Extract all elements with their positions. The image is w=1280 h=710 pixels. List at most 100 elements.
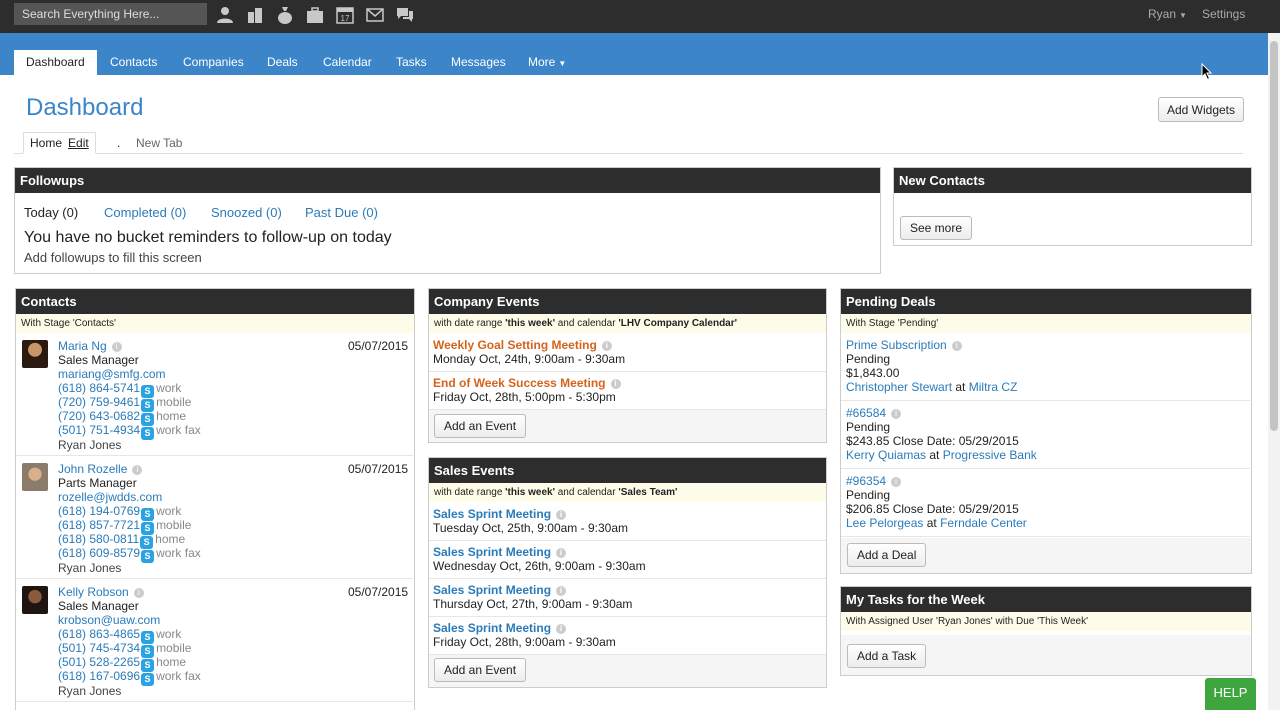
- deal-status: Pending: [846, 352, 891, 366]
- deal-company-link[interactable]: Miltra CZ: [969, 380, 1018, 394]
- phone-type: mobile: [156, 518, 192, 532]
- contact-name[interactable]: Maria Ng i: [58, 339, 122, 353]
- phone-number[interactable]: (501) 528-2265: [58, 655, 140, 669]
- phone-number[interactable]: (618) 864-5741: [58, 381, 140, 395]
- deal-company-link[interactable]: Ferndale Center: [940, 516, 1027, 530]
- nav-tab-contacts[interactable]: Contacts: [98, 50, 169, 75]
- contact-email[interactable]: mariang@smfg.com: [58, 367, 166, 381]
- add-deal-button[interactable]: Add a Deal: [847, 543, 927, 567]
- contact-role: Parts Manager: [58, 476, 137, 490]
- nav-tab-calendar[interactable]: Calendar: [311, 50, 384, 75]
- main-nav: Dashboard Contacts Companies Deals Calen…: [0, 33, 1268, 75]
- skype-icon[interactable]: S: [141, 427, 155, 440]
- briefcase-icon[interactable]: [302, 4, 328, 26]
- user-menu[interactable]: Ryan ▼: [1148, 7, 1187, 21]
- event-title[interactable]: Sales Sprint Meeting i: [433, 507, 567, 521]
- phone-number[interactable]: (618) 580-0811: [58, 532, 139, 546]
- phone-number[interactable]: (720) 759-9461: [58, 395, 140, 409]
- followups-widget: Followups Today (0) Completed (0) Snooze…: [14, 167, 881, 274]
- event-time: Friday Oct, 28th, 5:00pm - 5:30pm: [433, 390, 616, 404]
- event-title-text: End of Week Success Meeting: [433, 376, 606, 390]
- person-icon[interactable]: [212, 4, 238, 26]
- contact-email[interactable]: rozelle@jwdds.com: [58, 490, 162, 504]
- nav-tab-dashboard[interactable]: Dashboard: [14, 50, 97, 75]
- deal-contact-link[interactable]: Kerry Quiamas: [846, 448, 926, 462]
- skype-icon[interactable]: S: [141, 550, 155, 563]
- phone-type: work: [156, 627, 182, 641]
- calendar-icon[interactable]: 17: [332, 4, 358, 26]
- info-icon[interactable]: i: [891, 409, 902, 419]
- followups-tab-past-due[interactable]: Past Due (0): [305, 205, 378, 220]
- deal-name[interactable]: #66584 i: [846, 406, 902, 420]
- pending-deals-widget: Pending Deals With Stage 'Pending' Prime…: [840, 288, 1252, 574]
- nav-tab-companies[interactable]: Companies: [171, 50, 256, 75]
- info-icon[interactable]: i: [610, 379, 621, 389]
- contact-email[interactable]: krobson@uaw.com: [58, 613, 160, 627]
- nav-tab-more[interactable]: More ▼: [516, 50, 578, 75]
- deal-item: #66584 i Pending $243.85 Close Date: 05/2…: [841, 401, 1250, 469]
- money-bag-icon[interactable]: [272, 4, 298, 26]
- add-event-button[interactable]: Add an Event: [434, 414, 527, 438]
- avatar: [22, 463, 48, 491]
- phone-number[interactable]: (618) 609-8579: [58, 546, 140, 560]
- help-button[interactable]: HELP: [1205, 678, 1256, 710]
- contact-phone: (501) 528-2265 Shome: [58, 655, 186, 672]
- phone-number[interactable]: (618) 857-7721: [58, 518, 140, 532]
- scrollbar-thumb[interactable]: [1270, 41, 1278, 431]
- followups-tab-snoozed[interactable]: Snoozed (0): [211, 205, 282, 220]
- phone-number[interactable]: (501) 751-4934: [58, 423, 140, 437]
- event-title[interactable]: Weekly Goal Setting Meeting i: [433, 338, 612, 352]
- add-task-button[interactable]: Add a Task: [847, 644, 927, 668]
- event-title[interactable]: Sales Sprint Meeting i: [433, 545, 567, 559]
- info-icon[interactable]: i: [556, 548, 567, 558]
- company-events-subtitle: with date range 'this week' and calendar…: [429, 314, 826, 333]
- phone-number[interactable]: (501) 745-4734: [58, 641, 140, 655]
- phone-type: home: [155, 532, 186, 546]
- building-icon[interactable]: [242, 4, 268, 26]
- deal-name[interactable]: #96354 i: [846, 474, 902, 488]
- add-widgets-button[interactable]: Add Widgets: [1158, 97, 1244, 122]
- tab-home[interactable]: Home Edit: [23, 132, 96, 154]
- phone-number[interactable]: (618) 167-0696: [58, 669, 140, 683]
- chat-icon[interactable]: [392, 4, 418, 26]
- info-icon[interactable]: i: [556, 510, 567, 520]
- phone-number[interactable]: (618) 863-4865: [58, 627, 140, 641]
- settings-link[interactable]: Settings: [1202, 7, 1245, 21]
- scrollbar[interactable]: [1268, 33, 1280, 710]
- button-area: Add an Event: [429, 410, 826, 442]
- nav-tab-deals[interactable]: Deals: [255, 50, 310, 75]
- tab-edit-link[interactable]: Edit: [68, 136, 89, 150]
- deal-contact-link[interactable]: Lee Pelorgeas: [846, 516, 923, 530]
- info-icon[interactable]: i: [556, 586, 567, 596]
- contact-owner: Ryan Jones: [58, 438, 122, 452]
- info-icon[interactable]: i: [133, 588, 144, 598]
- search-input[interactable]: [14, 3, 207, 25]
- info-icon[interactable]: i: [891, 477, 902, 487]
- event-title[interactable]: Sales Sprint Meeting i: [433, 621, 567, 635]
- nav-tab-messages[interactable]: Messages: [439, 50, 518, 75]
- info-icon[interactable]: i: [111, 342, 122, 352]
- info-icon[interactable]: i: [951, 341, 962, 351]
- event-title[interactable]: Sales Sprint Meeting i: [433, 583, 567, 597]
- contact-name[interactable]: Kelly Robson i: [58, 585, 144, 599]
- info-icon[interactable]: i: [132, 465, 143, 475]
- followups-tab-completed[interactable]: Completed (0): [104, 205, 186, 220]
- info-icon[interactable]: i: [601, 341, 612, 351]
- deal-name-text: Prime Subscription: [846, 338, 947, 352]
- envelope-icon[interactable]: [362, 4, 388, 26]
- nav-tab-tasks[interactable]: Tasks: [384, 50, 439, 75]
- deal-company-link[interactable]: Progressive Bank: [943, 448, 1037, 462]
- deal-name[interactable]: Prime Subscription i: [846, 338, 962, 352]
- phone-number[interactable]: (618) 194-0769: [58, 504, 140, 518]
- add-event-button[interactable]: Add an Event: [434, 658, 527, 682]
- contact-name[interactable]: John Rozelle i: [58, 462, 143, 476]
- phone-number[interactable]: (720) 643-0682: [58, 409, 140, 423]
- skype-icon[interactable]: S: [141, 673, 155, 686]
- tab-new[interactable]: New Tab: [136, 136, 182, 150]
- see-more-button[interactable]: See more: [900, 216, 973, 240]
- info-icon[interactable]: i: [556, 624, 567, 634]
- followups-tab-today[interactable]: Today (0): [24, 205, 78, 220]
- event-title[interactable]: End of Week Success Meeting i: [433, 376, 621, 390]
- deal-contact-link[interactable]: Christopher Stewart: [846, 380, 952, 394]
- event-title-text: Sales Sprint Meeting: [433, 583, 552, 597]
